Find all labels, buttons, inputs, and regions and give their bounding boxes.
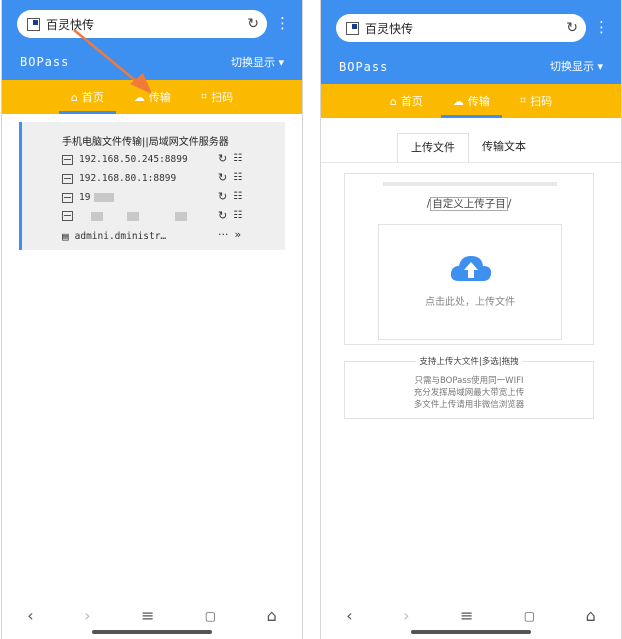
address-row[interactable]: 192.168.80.1:8899 (62, 173, 176, 184)
blurred-text (94, 193, 115, 202)
refresh-icon[interactable]: ↻ (218, 152, 227, 165)
tabs-icon[interactable]: ▢ (524, 609, 535, 623)
url-bar[interactable]: 百灵快传 ↻ (17, 10, 267, 38)
admin-row[interactable]: ▤ admini.dministr… (62, 230, 166, 243)
qr-icon (62, 211, 73, 221)
subtab-upload-file[interactable]: 上传文件 (397, 133, 469, 163)
window-icon: ▤ (62, 230, 69, 243)
home-indicator (411, 630, 531, 634)
row-actions: ↻ ☷ (218, 190, 242, 203)
url-text: 百灵快传 (46, 17, 95, 32)
info-heading: 支持上传大文件|多选|拖拽 (345, 355, 593, 367)
qr-icon (62, 192, 73, 203)
row-actions: ··· » (218, 228, 241, 241)
info-panel: 支持上传大文件|多选|拖拽 只需与BOPass使用同一WIFI 充分发挥局域网最… (344, 357, 594, 419)
menu-icon[interactable]: ≡ (460, 606, 473, 625)
subtab-transfer-text[interactable]: 传输文本 (469, 133, 539, 161)
tabs-icon[interactable]: ▢ (205, 609, 216, 623)
brand-title: BOPass (339, 60, 389, 74)
refresh-icon[interactable]: ↻ (218, 171, 227, 184)
qr-icon (62, 173, 73, 184)
tab-home[interactable]: ⌂ 首页 (386, 84, 427, 118)
more-icon[interactable]: ··· (218, 228, 229, 241)
upload-dropzone[interactable]: 点击此处，上传文件 (378, 224, 562, 340)
forward-icon[interactable]: › (403, 606, 409, 625)
subdir-field[interactable]: / 自定义上传子目 / (345, 196, 593, 211)
tab-home[interactable]: ⌂ 首页 (58, 80, 116, 114)
home-icon: ⌂ (70, 90, 78, 104)
address-row[interactable]: 192.168.50.245:8899 (62, 154, 188, 165)
list-icon[interactable]: ☷ (233, 172, 242, 183)
reload-icon[interactable]: ↻ (566, 20, 578, 36)
reload-icon[interactable]: ↻ (247, 16, 259, 32)
cloud-upload-icon: ☁ (452, 94, 464, 108)
tab-scan[interactable]: ⌗ 扫码 (516, 84, 556, 118)
blurred-text (91, 211, 103, 221)
bottom-nav: ‹ › ≡ ▢ ⌂ (321, 606, 621, 625)
url-bar[interactable]: 百灵快传 ↻ (336, 14, 586, 42)
url-text: 百灵快传 (365, 21, 414, 36)
brand-title: BOPass (20, 55, 70, 69)
scan-icon: ⌗ (519, 94, 527, 107)
home-icon[interactable]: ⌂ (586, 606, 596, 625)
divider (321, 162, 621, 163)
back-icon[interactable]: ‹ (346, 606, 352, 625)
main-tabs: ⌂ 首页 ☁ 传输 ⌗ 扫码 (321, 84, 621, 118)
refresh-icon[interactable]: ↻ (218, 209, 227, 222)
browser-header: 百灵快传 ↻ ⋮ BOPass 切换显示 ▾ (321, 0, 621, 86)
row-actions: ↻ ☷ (218, 152, 242, 165)
info-text: 只需与BOPass使用同一WIFI 充分发挥局域网最大带宽上传 多文件上传请用非… (345, 375, 593, 411)
phone-screen-left: 百灵快传 ↻ ⋮ BOPass 切换显示 ▾ ⌂ 首页 ☁ 传输 ⌗ 扫码 手机… (1, 0, 303, 639)
address-row[interactable]: 19 (62, 192, 115, 203)
browser-header: 百灵快传 ↻ ⋮ BOPass 切换显示 ▾ (2, 0, 302, 82)
card-title: 手机电脑文件传输||局域网文件服务器 (62, 137, 229, 148)
info-line: 只需与BOPass使用同一WIFI (414, 376, 524, 386)
list-icon[interactable]: ☷ (233, 210, 242, 221)
drop-hint: 点击此处，上传文件 (425, 297, 515, 308)
home-indicator (92, 630, 212, 634)
main-tabs: ⌂ 首页 ☁ 传输 ⌗ 扫码 (2, 80, 302, 114)
cloud-upload-icon (450, 256, 492, 281)
tab-scan[interactable]: ⌗ 扫码 (197, 80, 237, 114)
home-icon: ⌂ (389, 94, 397, 108)
scan-icon: ⌗ (200, 90, 208, 103)
site-icon (346, 21, 359, 35)
row-actions: ↻ ☷ (218, 171, 242, 184)
double-chevron-icon[interactable]: » (235, 228, 242, 241)
site-icon (27, 17, 40, 31)
back-icon[interactable]: ‹ (27, 606, 33, 625)
home-icon[interactable]: ⌂ (267, 606, 277, 625)
switch-display-button[interactable]: 切换显示 ▾ (550, 58, 603, 74)
address-row[interactable] (62, 211, 187, 221)
info-line: 充分发挥局域网最大带宽上传 (413, 388, 525, 398)
refresh-icon[interactable]: ↻ (218, 190, 227, 203)
cloud-upload-icon: ☁ (133, 90, 145, 104)
menu-icon[interactable]: ≡ (141, 606, 154, 625)
bottom-nav: ‹ › ≡ ▢ ⌂ (2, 606, 302, 625)
row-actions: ↻ ☷ (218, 209, 242, 222)
tab-transfer[interactable]: ☁ 传输 (440, 84, 502, 118)
list-icon[interactable]: ☷ (233, 191, 242, 202)
qr-icon (62, 154, 73, 165)
tab-transfer[interactable]: ☁ 传输 (130, 80, 175, 114)
switch-display-button[interactable]: 切换显示 ▾ (231, 54, 284, 70)
list-icon[interactable]: ☷ (233, 153, 242, 164)
forward-icon[interactable]: › (84, 606, 90, 625)
info-line: 多文件上传请用非微信浏览器 (413, 400, 525, 410)
phone-screen-right: 百灵快传 ↻ ⋮ BOPass 切换显示 ▾ ⌂ 首页 ☁ 传输 ⌗ 扫码 上传… (320, 0, 622, 639)
blurred-text (127, 211, 139, 221)
upload-panel: / 自定义上传子目 / 点击此处，上传文件 (344, 173, 594, 345)
overflow-menu-icon[interactable]: ⋮ (275, 16, 290, 31)
server-card: 手机电脑文件传输||局域网文件服务器 192.168.50.245:8899 ↻… (19, 122, 285, 250)
upload-subtabs: 上传文件 传输文本 (397, 133, 539, 163)
upload-progress-bar (383, 182, 557, 186)
blurred-text (175, 211, 187, 221)
overflow-menu-icon[interactable]: ⋮ (594, 20, 609, 35)
